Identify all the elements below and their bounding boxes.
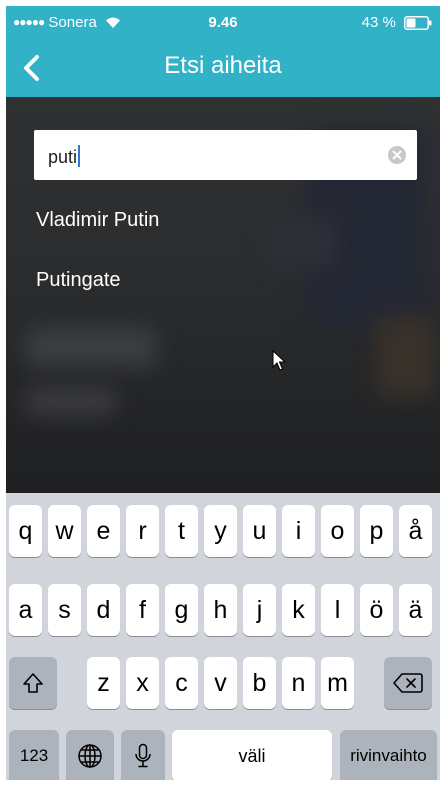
blurred-background-shape — [26, 327, 156, 367]
page-title: Etsi aiheita — [164, 52, 282, 79]
key-k[interactable]: k — [282, 584, 315, 636]
battery-indicator: 43 % — [362, 14, 432, 31]
app-header: ●●●●● Sonera 9.46 43 % Etsi aiheita — [6, 6, 440, 97]
key-t[interactable]: t — [165, 505, 198, 557]
blurred-background-shape — [376, 317, 436, 397]
key-z[interactable]: z — [87, 657, 120, 709]
clear-search-button[interactable] — [387, 145, 407, 165]
search-input[interactable]: puti — [34, 130, 417, 180]
return-key[interactable]: rivinvaihto — [340, 730, 437, 780]
shift-icon — [23, 673, 43, 693]
search-result-item[interactable]: Putingate — [36, 269, 121, 292]
key-h[interactable]: h — [204, 584, 237, 636]
key-d[interactable]: d — [87, 584, 120, 636]
key-p[interactable]: p — [360, 505, 393, 557]
shift-key[interactable] — [9, 657, 57, 709]
blurred-background-shape — [26, 387, 116, 415]
blurred-background-shape — [266, 217, 336, 267]
backspace-icon — [393, 673, 423, 693]
backspace-key[interactable] — [384, 657, 432, 709]
key-m[interactable]: m — [321, 657, 354, 709]
globe-key[interactable] — [66, 730, 114, 780]
key-f[interactable]: f — [126, 584, 159, 636]
navigation-bar: Etsi aiheita — [6, 46, 440, 90]
key-o-umlaut[interactable]: ö — [360, 584, 393, 636]
key-r[interactable]: r — [126, 505, 159, 557]
key-v[interactable]: v — [204, 657, 237, 709]
space-key[interactable]: väli — [172, 730, 332, 780]
key-s[interactable]: s — [48, 584, 81, 636]
key-e[interactable]: e — [87, 505, 120, 557]
key-l[interactable]: l — [321, 584, 354, 636]
globe-icon — [78, 744, 102, 768]
search-overlay: puti Vladimir Putin Putingate — [6, 97, 440, 493]
key-a-ring[interactable]: å — [399, 505, 432, 557]
microphone-icon — [135, 743, 151, 768]
battery-icon — [404, 16, 432, 30]
text-cursor — [78, 145, 81, 167]
clear-icon — [388, 146, 406, 164]
key-o[interactable]: o — [321, 505, 354, 557]
key-j[interactable]: j — [243, 584, 276, 636]
key-x[interactable]: x — [126, 657, 159, 709]
key-q[interactable]: q — [9, 505, 42, 557]
key-a[interactable]: a — [9, 584, 42, 636]
key-u[interactable]: u — [243, 505, 276, 557]
key-a-umlaut[interactable]: ä — [399, 584, 432, 636]
search-result-item[interactable]: Vladimir Putin — [36, 209, 159, 232]
key-g[interactable]: g — [165, 584, 198, 636]
mouse-pointer-icon — [272, 350, 286, 371]
numbers-key[interactable]: 123 — [9, 730, 59, 780]
key-w[interactable]: w — [48, 505, 81, 557]
key-i[interactable]: i — [282, 505, 315, 557]
key-n[interactable]: n — [282, 657, 315, 709]
battery-percentage: 43 % — [361, 14, 396, 31]
phone-screen: ●●●●● Sonera 9.46 43 % Etsi aiheita puti… — [6, 6, 440, 780]
key-y[interactable]: y — [204, 505, 237, 557]
dictation-key[interactable] — [121, 730, 165, 780]
on-screen-keyboard: q w e r t y u i o p å a s d f g h j k l … — [6, 493, 440, 780]
key-b[interactable]: b — [243, 657, 276, 709]
status-bar: ●●●●● Sonera 9.46 43 % — [6, 6, 440, 38]
key-c[interactable]: c — [165, 657, 198, 709]
search-query: puti — [48, 147, 78, 167]
search-field-text: puti — [48, 145, 81, 168]
